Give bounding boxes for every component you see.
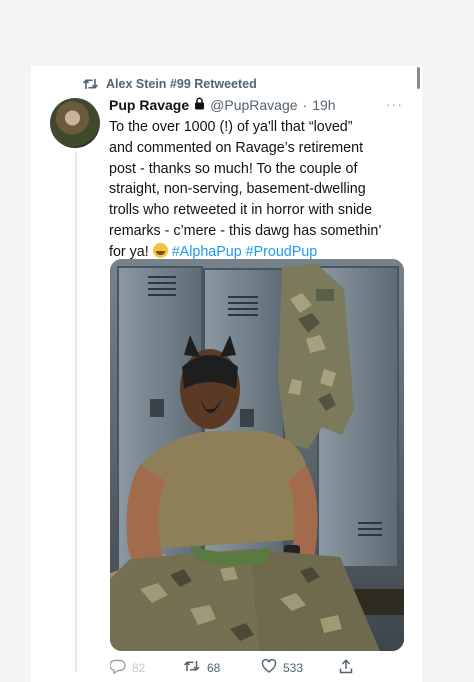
retweet-label: Alex Stein #99 Retweeted [106, 77, 257, 91]
tweet-header: Pup Ravage @PupRavage · 19h [109, 96, 336, 114]
reply-action[interactable]: 82 [109, 659, 146, 677]
author-name[interactable]: Pup Ravage [109, 97, 189, 113]
tweet-text-fragment: for ya! [109, 243, 149, 260]
tweet-text-line: trolls who retweeted it in horror with s… [109, 202, 373, 219]
like-action[interactable]: 533 [261, 658, 304, 676]
avatar[interactable] [50, 98, 100, 148]
retweet-count: 68 [207, 660, 221, 675]
hashtag-link[interactable]: #AlphaPup [172, 244, 242, 260]
hashtag-link[interactable]: #ProudPup [246, 244, 318, 260]
lock-icon [194, 97, 205, 113]
retweet-icon [183, 659, 201, 676]
retweet-context[interactable]: Alex Stein #99 Retweeted [82, 76, 257, 92]
photo-illustration [110, 259, 404, 651]
retweet-icon [82, 77, 99, 91]
tweet-text-line: To the over 1000 (!) of ya'll that “love… [109, 119, 353, 135]
tweet-text-line: post - thanks so much! To the couple of [109, 160, 358, 177]
timestamp[interactable]: 19h [312, 97, 335, 113]
share-action[interactable] [339, 659, 353, 677]
retweet-action[interactable]: 68 [183, 659, 220, 676]
like-count: 533 [283, 660, 304, 675]
scrollbar-thumb[interactable] [417, 67, 420, 89]
author-handle[interactable]: @PupRavage [210, 97, 297, 113]
more-icon[interactable]: ··· [386, 96, 403, 112]
separator-dot: · [302, 97, 308, 113]
reply-icon [109, 659, 126, 677]
tweet-text-line: straight, non-serving, basement-dwelling [109, 181, 366, 198]
tweet-actions: 82 68 533 [109, 658, 400, 679]
tweet-text-line: remarks - c’mere - this dawg has somethi… [109, 222, 382, 239]
thread-line [75, 152, 77, 672]
tweet-text: To the over 1000 (!) of ya'll that “love… [109, 117, 401, 263]
tweet-media-photo[interactable] [110, 259, 404, 651]
reply-count: 82 [132, 661, 146, 675]
tweet-text-line: and commented on Ravage’s retirement [109, 139, 364, 156]
heart-icon [261, 658, 277, 676]
share-icon [339, 659, 353, 677]
grinning-sweat-emoji-icon [152, 242, 168, 258]
